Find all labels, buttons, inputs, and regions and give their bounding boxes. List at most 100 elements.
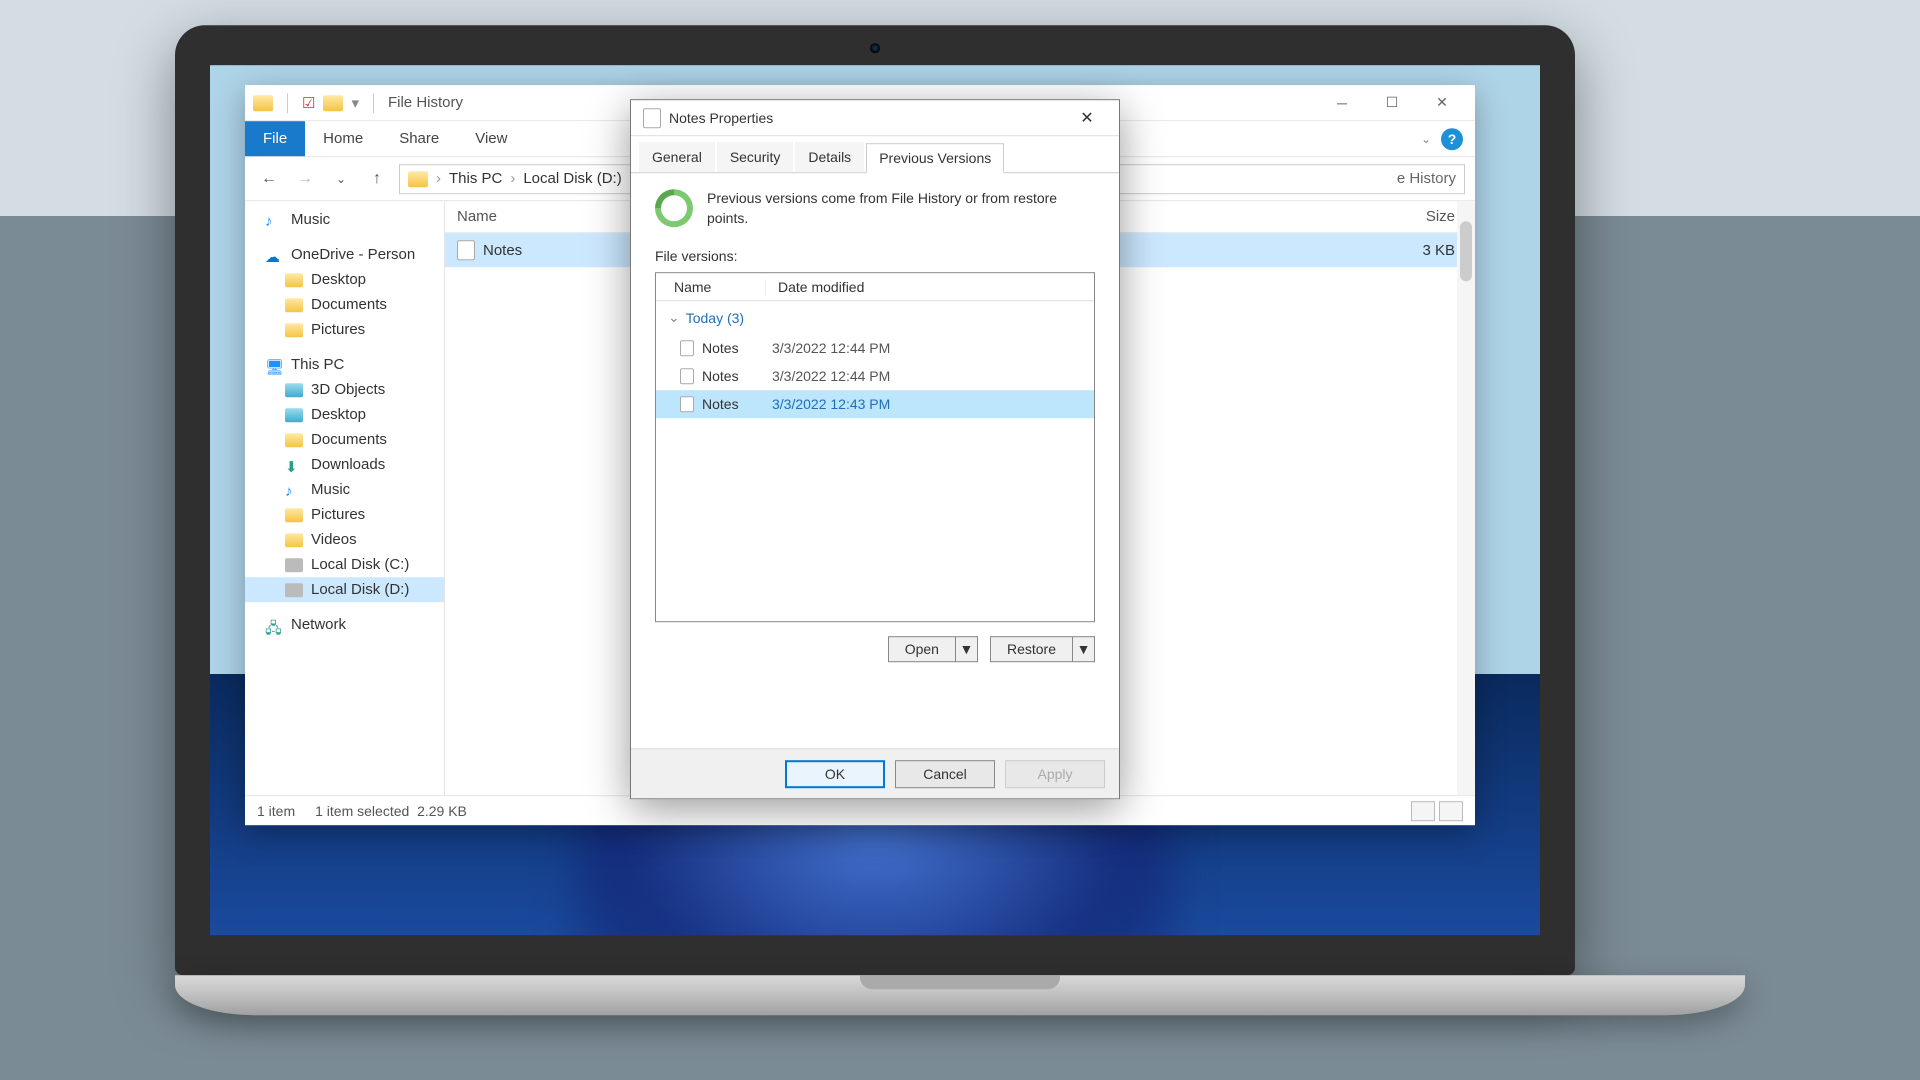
sidebar-item-label: OneDrive - Person bbox=[291, 246, 415, 263]
apply-button[interactable]: Apply bbox=[1005, 760, 1105, 788]
tab-previous-versions[interactable]: Previous Versions bbox=[866, 143, 1004, 173]
version-date: 3/3/2022 12:44 PM bbox=[772, 340, 890, 356]
ribbon-expand-icon[interactable]: ⌄ bbox=[1421, 132, 1431, 146]
sidebar-item-label: Local Disk (C:) bbox=[311, 556, 409, 573]
view-details-button[interactable] bbox=[1411, 801, 1435, 821]
open-split-button[interactable]: Open ▼ bbox=[888, 636, 978, 662]
open-dropdown[interactable]: ▼ bbox=[956, 636, 978, 662]
dialog-titlebar[interactable]: Notes Properties ✕ bbox=[631, 100, 1119, 136]
restore-split-button[interactable]: Restore ▼ bbox=[990, 636, 1095, 662]
help-icon[interactable]: ? bbox=[1441, 128, 1463, 150]
sidebar-item-downloads[interactable]: ⬇Downloads bbox=[245, 452, 444, 477]
folder-icon bbox=[285, 273, 303, 287]
sidebar-item-desktop[interactable]: Desktop bbox=[245, 267, 444, 292]
sidebar-item-videos[interactable]: Videos bbox=[245, 527, 444, 552]
text-file-icon bbox=[680, 396, 694, 412]
minimize-button[interactable]: ─ bbox=[1317, 85, 1367, 121]
scrollbar[interactable] bbox=[1457, 201, 1475, 795]
text-file-icon bbox=[680, 340, 694, 356]
sidebar-item-label: Desktop bbox=[311, 406, 366, 423]
sidebar-item-documents[interactable]: Documents bbox=[245, 292, 444, 317]
tab-details[interactable]: Details bbox=[795, 142, 864, 172]
file-versions-label: File versions: bbox=[655, 248, 1095, 264]
sidebar-item-pictures[interactable]: Pictures bbox=[245, 317, 444, 342]
sidebar-item-onedrive[interactable]: ☁OneDrive - Person bbox=[245, 242, 444, 267]
chevron-right-icon: › bbox=[510, 170, 515, 187]
column-header-name[interactable]: Name bbox=[656, 279, 766, 295]
ribbon-tab-home[interactable]: Home bbox=[305, 121, 381, 156]
tab-general[interactable]: General bbox=[639, 142, 715, 172]
breadcrumb-item[interactable]: Local Disk (D:) bbox=[523, 170, 621, 187]
folder-icon bbox=[285, 508, 303, 522]
text-file-icon bbox=[643, 108, 661, 128]
back-button[interactable]: ← bbox=[255, 165, 283, 193]
cancel-button[interactable]: Cancel bbox=[895, 760, 995, 788]
ribbon-tab-view[interactable]: View bbox=[457, 121, 525, 156]
sidebar-item-pictures[interactable]: Pictures bbox=[245, 502, 444, 527]
folder-icon bbox=[253, 95, 273, 111]
text-file-icon bbox=[457, 240, 475, 260]
folder-icon bbox=[285, 533, 303, 547]
version-group-today[interactable]: ⌄ Today (3) bbox=[656, 301, 1094, 334]
forward-button[interactable]: → bbox=[291, 165, 319, 193]
ok-button[interactable]: OK bbox=[785, 760, 885, 788]
sidebar-item-music[interactable]: ♪Music bbox=[245, 477, 444, 502]
status-bar: 1 item 1 item selected 2.29 KB bbox=[245, 795, 1475, 825]
sidebar-item-documents[interactable]: Documents bbox=[245, 427, 444, 452]
breadcrumb-tail: e History bbox=[1397, 170, 1456, 187]
version-item[interactable]: Notes3/3/2022 12:44 PM bbox=[656, 334, 1094, 362]
maximize-button[interactable]: ☐ bbox=[1367, 85, 1417, 121]
screen-bezel: ☑ ▾ File History ─ ☐ ✕ File Home S bbox=[175, 25, 1575, 975]
properties-dialog: Notes Properties ✕ General Security Deta… bbox=[630, 99, 1120, 799]
open-button[interactable]: Open bbox=[888, 636, 956, 662]
version-date: 3/3/2022 12:44 PM bbox=[772, 368, 890, 384]
sidebar-item-drive-c[interactable]: Local Disk (C:) bbox=[245, 552, 444, 577]
laptop-base bbox=[175, 975, 1745, 1015]
sidebar-item-drive-d[interactable]: Local Disk (D:) bbox=[245, 577, 444, 602]
column-header-date[interactable]: Date modified bbox=[766, 279, 864, 295]
music-icon: ♪ bbox=[285, 483, 303, 497]
dialog-tabs: General Security Details Previous Versio… bbox=[631, 142, 1119, 173]
restore-button[interactable]: Restore bbox=[990, 636, 1073, 662]
up-button[interactable]: ↑ bbox=[363, 165, 391, 193]
sidebar-item-desktop[interactable]: Desktop bbox=[245, 402, 444, 427]
folder-icon bbox=[285, 323, 303, 337]
close-button[interactable]: ✕ bbox=[1417, 85, 1467, 121]
drive-icon bbox=[285, 558, 303, 572]
tab-security[interactable]: Security bbox=[717, 142, 794, 172]
sidebar-item-label: Videos bbox=[311, 531, 357, 548]
breadcrumb-item[interactable]: This PC bbox=[449, 170, 502, 187]
file-name: Notes bbox=[483, 242, 522, 259]
version-item[interactable]: Notes3/3/2022 12:44 PM bbox=[656, 362, 1094, 390]
sidebar-item-label: Network bbox=[291, 616, 346, 633]
version-column-headers[interactable]: Name Date modified bbox=[656, 273, 1094, 301]
sidebar-item-3dobjects[interactable]: 3D Objects bbox=[245, 377, 444, 402]
recent-dropdown[interactable]: ⌄ bbox=[327, 165, 355, 193]
sidebar-item-thispc[interactable]: 🖥This PC bbox=[245, 352, 444, 377]
music-icon: ♪ bbox=[265, 213, 283, 227]
folder-icon[interactable] bbox=[323, 95, 343, 111]
qat-properties-icon[interactable]: ☑ bbox=[302, 94, 315, 112]
sidebar-item-music[interactable]: ♪Music bbox=[245, 207, 444, 232]
sidebar-item-label: Pictures bbox=[311, 321, 365, 338]
ribbon-tab-file[interactable]: File bbox=[245, 121, 305, 156]
restore-dropdown[interactable]: ▼ bbox=[1073, 636, 1095, 662]
close-button[interactable]: ✕ bbox=[1067, 100, 1107, 136]
sidebar-item-network[interactable]: 🖧Network bbox=[245, 612, 444, 637]
ribbon-tab-share[interactable]: Share bbox=[381, 121, 457, 156]
sidebar-item-label: This PC bbox=[291, 356, 344, 373]
dialog-footer: OK Cancel Apply bbox=[631, 748, 1119, 798]
quick-access-toolbar: ☑ ▾ bbox=[253, 93, 380, 113]
folder-icon bbox=[285, 383, 303, 397]
drive-icon bbox=[285, 583, 303, 597]
webcam bbox=[870, 43, 880, 53]
version-item[interactable]: Notes3/3/2022 12:43 PM bbox=[656, 390, 1094, 418]
qat-dropdown-icon[interactable]: ▾ bbox=[351, 94, 359, 112]
view-icons-button[interactable] bbox=[1439, 801, 1463, 821]
chevron-down-icon: ⌄ bbox=[668, 309, 680, 326]
sidebar-item-label: Local Disk (D:) bbox=[311, 581, 409, 598]
separator bbox=[373, 93, 374, 113]
sidebar-item-label: Pictures bbox=[311, 506, 365, 523]
status-selected: 1 item selected 2.29 KB bbox=[315, 803, 467, 819]
folder-icon bbox=[285, 408, 303, 422]
